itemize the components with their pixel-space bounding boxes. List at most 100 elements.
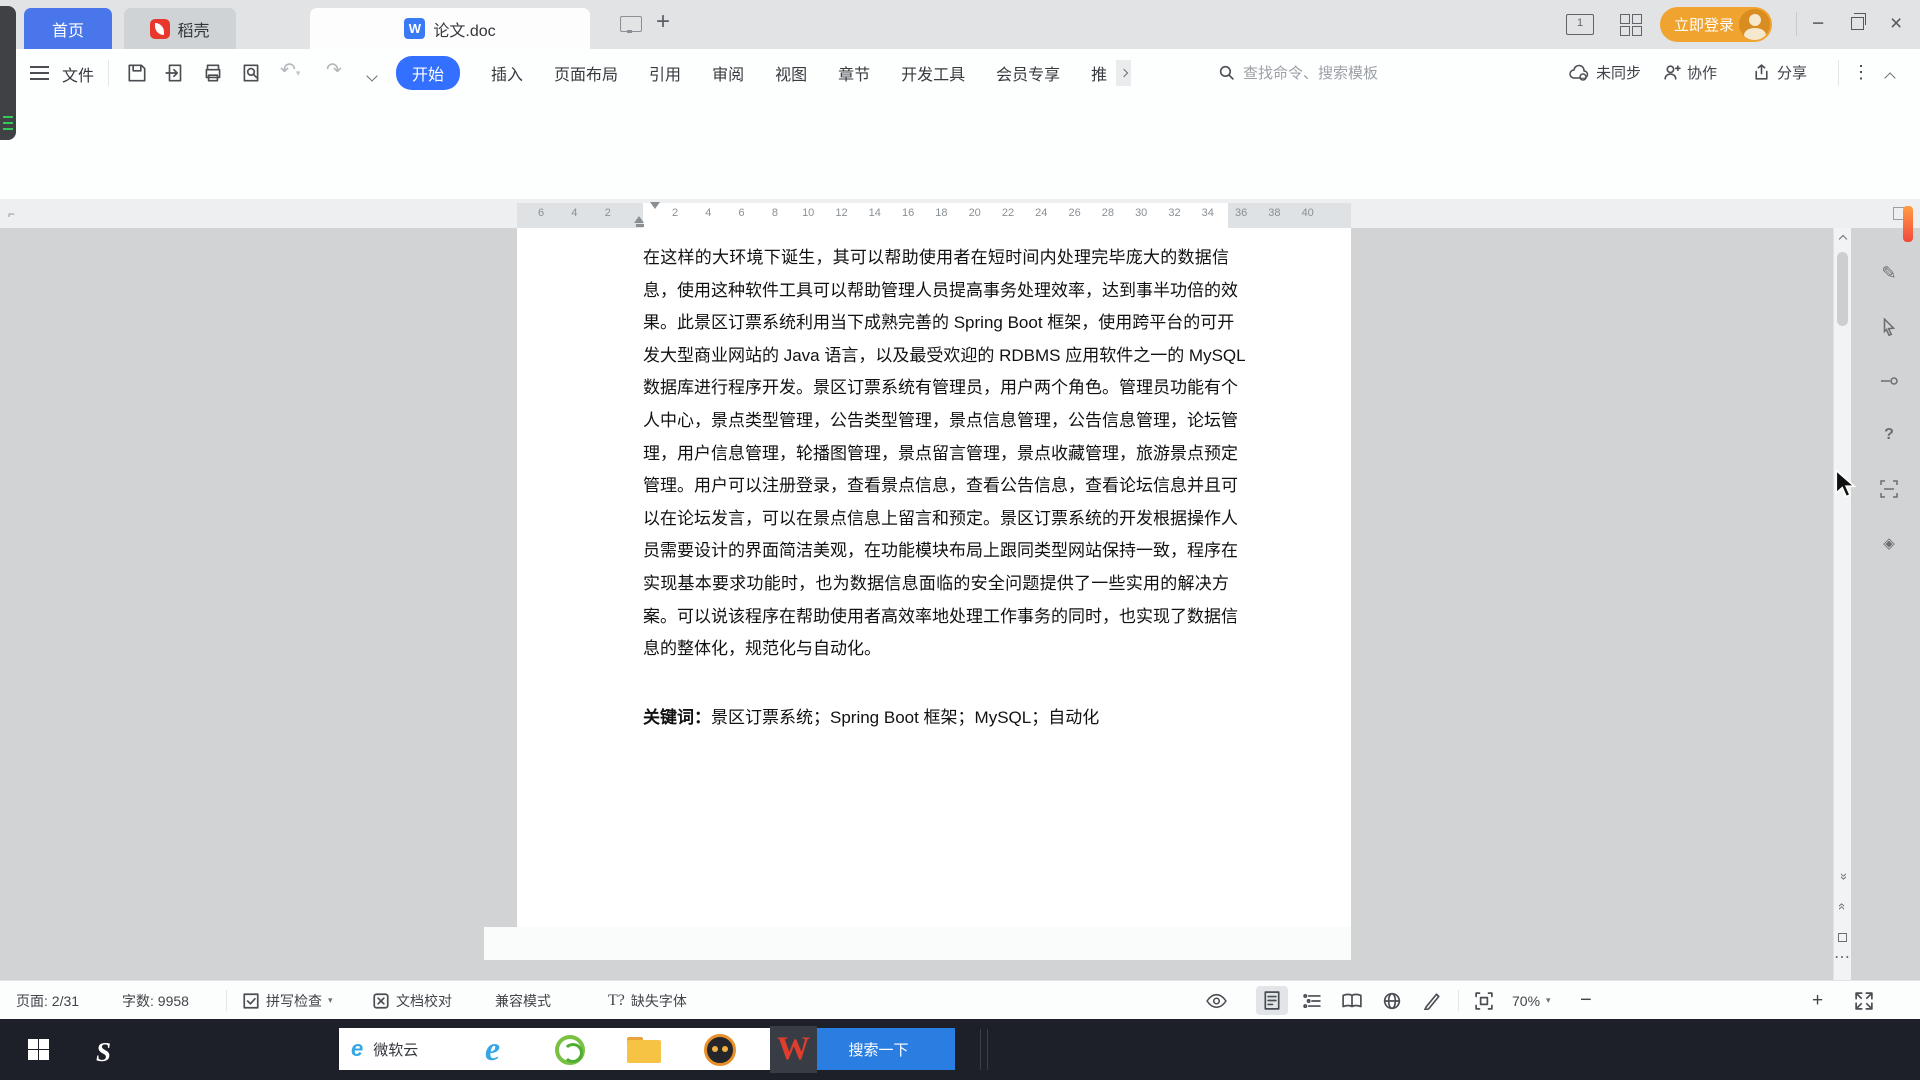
file-explorer-icon[interactable] [620, 1026, 667, 1073]
menu-tab-10[interactable]: 推 [1091, 61, 1107, 85]
cast-screen-icon[interactable] [620, 16, 642, 33]
restore-button[interactable] [1851, 13, 1866, 30]
label-tag-icon[interactable]: ◈ [1874, 528, 1904, 558]
horizontal-ruler[interactable]: ⌐ 6 4 2 2 4 6 8 10 12 14 16 18 20 22 24 26 28 30 32 34 36 38 4… [0, 199, 1920, 228]
minimize-button[interactable]: − [1812, 12, 1824, 36]
menu-tab-2[interactable]: 插入 [491, 61, 523, 85]
more-options-icon[interactable]: ⋮ [1852, 62, 1870, 83]
browser-360-app-icon[interactable] [546, 1026, 593, 1073]
collaborate-label: 协作 [1687, 65, 1718, 82]
screen-edge-widget[interactable] [0, 6, 16, 140]
tab-docer[interactable]: 稻壳 [124, 8, 236, 49]
scroll-up-icon[interactable] [1834, 230, 1851, 248]
hamburger-menu-icon[interactable] [30, 66, 49, 80]
menu-tab-1[interactable]: 开始 [396, 56, 461, 90]
menu-tab-9[interactable]: 会员专享 [996, 61, 1060, 85]
web-view-icon[interactable] [1376, 986, 1408, 1015]
menu-tab-4[interactable]: 引用 [649, 61, 681, 85]
menu-tab-5[interactable]: 审阅 [712, 61, 744, 85]
search-placeholder: 查找命令、搜索模板 [1243, 65, 1379, 82]
promo-hot-strip[interactable] [1903, 206, 1913, 242]
doc-line: 在这样的大环境下诞生，其可以帮助使用者在短时间内处理完毕庞大的数据信 [643, 248, 1229, 267]
select-browse-object-icon[interactable] [1834, 928, 1851, 946]
eye-protect-icon[interactable] [1200, 986, 1232, 1015]
page-indicator[interactable]: 页面: 2/31 [16, 981, 79, 1020]
menu-tab-8[interactable]: 开发工具 [901, 61, 965, 85]
window-manage-icon[interactable]: 1 [1566, 14, 1594, 35]
taskbar-search-button[interactable]: 搜索一下 [802, 1028, 955, 1070]
help-icon[interactable]: ? [1874, 420, 1904, 450]
undo-icon[interactable]: ↶▾ [280, 59, 300, 82]
scrollbar-thumb[interactable] [1837, 252, 1848, 326]
outline-view-icon[interactable] [1296, 986, 1328, 1015]
zoom-out-icon[interactable]: − [1580, 981, 1592, 1020]
menu-bar: 文件 ↶▾ ↷ 开始 插入 页面布局 引用 审阅 视图 章节 开发工具 会员专享 推 查找命令、搜… [0, 49, 1920, 99]
first-line-indent-marker[interactable] [650, 202, 660, 209]
compat-mode[interactable]: 兼容模式 [495, 981, 551, 1020]
keywords-label: 关键词： [643, 707, 711, 727]
spellcheck-toggle[interactable]: 拼写检查 ▾ [242, 981, 333, 1020]
close-button[interactable]: × [1890, 12, 1902, 36]
document-canvas[interactable]: 在这样的大环境下诞生，其可以帮助使用者在短时间内处理完毕庞大的数据信 息，使用这种… [0, 228, 1920, 980]
missing-font-button[interactable]: T? 缺失字体 [608, 981, 687, 1020]
menu-tab-3[interactable]: 页面布局 [554, 61, 618, 85]
doc-line: 息的整体化，规范化与自动化。 [643, 639, 881, 659]
command-search[interactable]: 查找命令、搜索模板 [1218, 62, 1378, 83]
taskbar-app-s-icon[interactable]: S [96, 1037, 111, 1068]
print-icon[interactable] [202, 62, 224, 89]
save-icon[interactable] [126, 62, 148, 89]
proofread-icon [373, 992, 389, 1009]
ie-app-icon[interactable]: e [469, 1026, 516, 1073]
zoom-level[interactable]: 70% ▾ [1512, 981, 1551, 1020]
word-count[interactable]: 字数: 9958 [122, 981, 189, 1020]
hanging-indent-marker[interactable] [634, 216, 644, 223]
page-view-icon[interactable] [1256, 986, 1288, 1015]
left-indent-marker[interactable] [636, 224, 644, 227]
redo-icon[interactable]: ↷ [326, 59, 342, 82]
new-tab-button[interactable]: + [656, 8, 670, 36]
status-bar: 页面: 2/31 字数: 9958 拼写检查 ▾ 文档校对 兼容模式 T? 缺失字… [0, 980, 1920, 1020]
next-page-icon[interactable]: « [1834, 896, 1851, 914]
file-menu[interactable]: 文件 [62, 62, 94, 86]
menu-tab-6[interactable]: 视图 [775, 61, 807, 85]
fit-page-icon[interactable] [1468, 986, 1500, 1015]
wps-app-icon[interactable]: W [770, 1026, 817, 1073]
document-page[interactable]: 在这样的大环境下诞生，其可以帮助使用者在短时间内处理完毕庞大的数据信 息，使用这种… [517, 228, 1351, 927]
start-button-icon[interactable] [28, 1039, 49, 1060]
right-tools-sidebar: ✎ ? ◈ [1862, 228, 1920, 980]
scrollbar-more-icon[interactable]: ⋯ [1834, 948, 1851, 966]
collapse-ribbon-icon[interactable] [1884, 69, 1896, 87]
collaborate-button[interactable]: 协作 [1662, 62, 1717, 83]
cat-app-icon[interactable] [696, 1026, 743, 1073]
print-preview-icon[interactable] [240, 62, 262, 89]
ruler-label: 20 [968, 207, 981, 219]
ribbon-toolbar: 粘贴 ▾ 剪切 复制 格式刷 黑体▾ 小二▾ A+ A− 文¨▾ B I U ▾… [0, 98, 1920, 286]
edit-pen-tool-icon[interactable]: ✎ [1874, 258, 1904, 288]
apps-grid-icon[interactable] [1620, 14, 1642, 36]
ink-pen-icon[interactable] [1416, 986, 1448, 1015]
menu-tabs-overflow-chevron[interactable] [1116, 60, 1132, 86]
export-icon[interactable] [164, 62, 186, 89]
ocr-scan-tool-icon[interactable] [1874, 474, 1904, 504]
doc-line: 息，使用这种软件工具可以帮助管理人员提高事务处理效率，达到事半功倍的效 [643, 280, 1238, 300]
proofread-button[interactable]: 文档校对 [372, 981, 452, 1020]
tab-document[interactable]: W 论文.doc [310, 8, 590, 49]
seamless-line-tool-icon[interactable] [1874, 366, 1904, 396]
share-button[interactable]: 分享 [1752, 62, 1807, 83]
ruler-label: 36 [1234, 207, 1248, 219]
ruler-label: 18 [935, 207, 948, 219]
tab-selector-icon[interactable]: ⌐ [8, 207, 15, 221]
zoom-in-icon[interactable]: + [1812, 981, 1823, 1020]
login-button[interactable]: 立即登录 [1660, 7, 1772, 42]
fullscreen-icon[interactable] [1848, 986, 1880, 1015]
pointer-tool-icon[interactable] [1874, 312, 1904, 342]
ruler-label: 6 [537, 207, 545, 219]
tab-home[interactable]: 首页 [24, 8, 112, 49]
previous-page-icon[interactable]: « [1834, 868, 1851, 886]
sync-status[interactable]: 未同步 [1568, 62, 1641, 83]
read-mode-icon[interactable] [1336, 986, 1368, 1015]
vertical-scrollbar[interactable]: « « ⋯ [1833, 228, 1851, 980]
menu-tab-7[interactable]: 章节 [838, 61, 870, 85]
document-text[interactable]: 在这样的大环境下诞生，其可以帮助使用者在短时间内处理完毕庞大的数据信 息，使用这种… [643, 242, 1246, 734]
quick-access-chevron-icon[interactable] [366, 67, 378, 85]
